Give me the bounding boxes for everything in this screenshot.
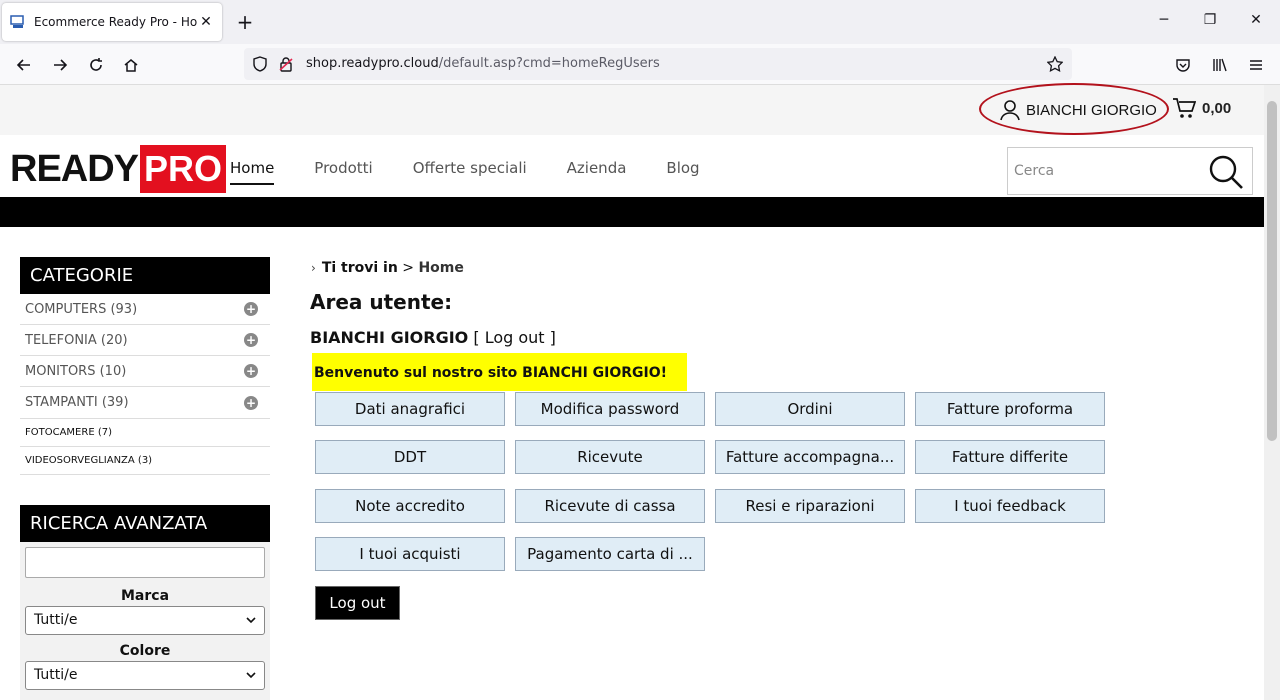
user-icon (1000, 100, 1020, 121)
category-fotocamere[interactable]: FOTOCAMERE (7) (20, 419, 270, 447)
categories-header: CATEGORIE (20, 257, 270, 294)
user-account-link[interactable]: BIANCHI GIORGIO (1000, 99, 1157, 121)
search-icon[interactable] (1208, 154, 1244, 190)
welcome-message: Benvenuto sul nostro sito BIANCHI GIORGI… (312, 353, 687, 391)
search-input[interactable]: Cerca (1014, 163, 1054, 179)
nav-prodotti[interactable]: Prodotti (314, 159, 372, 185)
breadcrumb-prefix: Ti trovi in (321, 260, 398, 276)
menu-icon[interactable] (1243, 52, 1269, 78)
scrollbar-thumb[interactable] (1267, 101, 1277, 441)
logout-link[interactable]: [ Log out ] (473, 328, 556, 347)
ricevute-button[interactable]: Ricevute (515, 440, 705, 474)
bookmark-star-icon[interactable] (1047, 56, 1063, 72)
new-tab-button[interactable]: + (234, 11, 256, 33)
color-label: Colore (119, 643, 171, 659)
minimize-icon[interactable]: ─ (1154, 12, 1174, 28)
category-monitors[interactable]: MONITORS (10) + (20, 356, 270, 387)
note-accredito-button[interactable]: Note accredito (315, 489, 505, 523)
breadcrumb: › Ti trovi in > Home (311, 260, 464, 276)
logo-pro-text: PRO (140, 145, 227, 193)
advanced-search-input[interactable] (25, 547, 265, 578)
category-videosorveglianza[interactable]: VIDEOSORVEGLIANZA (3) (20, 447, 270, 475)
cart-link[interactable]: 0,00 (1172, 97, 1231, 119)
browser-tab[interactable]: Ecommerce Ready Pro - Home ✕ (2, 3, 222, 41)
category-stampanti[interactable]: STAMPANTI (39) + (20, 387, 270, 419)
cart-icon (1173, 98, 1196, 118)
main-navigation: Home Prodotti Offerte speciali Azienda B… (230, 159, 740, 185)
favicon-icon (10, 15, 24, 28)
user-name: BIANCHI GIORGIO (310, 328, 469, 347)
chevron-down-icon (246, 672, 256, 679)
category-computers[interactable]: COMPUTERS (93) + (20, 294, 270, 325)
tab-title: Ecommerce Ready Pro - Home (34, 15, 198, 29)
url-text[interactable]: shop.readypro.cloud/default.asp?cmd=home… (306, 56, 660, 71)
dati-anagrafici-button[interactable]: Dati anagrafici (315, 392, 505, 426)
browser-nav-bar: shop.readypro.cloud/default.asp?cmd=home… (0, 44, 1280, 85)
ddt-button[interactable]: DDT (315, 440, 505, 474)
page-content: BIANCHI GIORGIO 0,00 READY PRO Home Prod… (0, 83, 1264, 700)
nav-home[interactable]: Home (230, 159, 275, 185)
brand-label: Marca (120, 588, 170, 604)
library-icon[interactable] (1207, 52, 1233, 78)
close-tab-icon[interactable]: ✕ (198, 14, 214, 30)
ordini-button[interactable]: Ordini (715, 392, 905, 426)
reload-icon[interactable] (83, 52, 109, 78)
forward-icon[interactable] (47, 52, 73, 78)
user-line: BIANCHI GIORGIO [ Log out ] (310, 328, 556, 347)
category-label: MONITORS (10) (25, 363, 127, 379)
advanced-search-header: RICERCA AVANZATA (20, 505, 270, 542)
user-name-label: BIANCHI GIORGIO (1026, 101, 1157, 119)
expand-plus-icon[interactable]: + (244, 364, 258, 378)
page-scrollbar[interactable] (1264, 85, 1280, 700)
pocket-icon[interactable] (1170, 52, 1196, 78)
close-window-icon[interactable]: ✕ (1246, 12, 1266, 28)
back-icon[interactable] (11, 52, 37, 78)
ricevute-di-cassa-button[interactable]: Ricevute di cassa (515, 489, 705, 523)
color-select-value: Tutti/e (34, 667, 78, 683)
logo-ready-text: READY (10, 147, 139, 190)
modifica-password-button[interactable]: Modifica password (515, 392, 705, 426)
fatture-proforma-button[interactable]: Fatture proforma (915, 392, 1105, 426)
brand-select-value: Tutti/e (34, 612, 78, 628)
brand-select[interactable]: Tutti/e (25, 606, 265, 635)
category-telefonia[interactable]: TELEFONIA (20) + (20, 325, 270, 356)
resi-e-riparazioni-button[interactable]: Resi e riparazioni (715, 489, 905, 523)
expand-plus-icon[interactable]: + (244, 395, 258, 410)
color-select[interactable]: Tutti/e (25, 661, 265, 690)
restore-icon[interactable]: ❐ (1200, 12, 1220, 28)
page-title: Area utente: (310, 290, 453, 314)
category-label: STAMPANTI (39) (25, 395, 129, 410)
chevron-right-icon: › (311, 261, 316, 275)
chevron-down-icon (246, 617, 256, 624)
shield-icon[interactable] (252, 56, 268, 72)
expand-plus-icon[interactable]: + (244, 302, 258, 316)
fatture-accompagnatorie-button[interactable]: Fatture accompagna... (715, 440, 905, 474)
lock-icon[interactable] (278, 56, 294, 72)
black-band (0, 197, 1264, 227)
logout-button[interactable]: Log out (315, 586, 400, 620)
category-label: FOTOCAMERE (7) (25, 427, 112, 438)
nav-azienda[interactable]: Azienda (567, 159, 627, 185)
top-strip: BIANCHI GIORGIO 0,00 (0, 83, 1264, 135)
i-tuoi-acquisti-button[interactable]: I tuoi acquisti (315, 537, 505, 571)
site-logo[interactable]: READY PRO (10, 145, 227, 193)
breadcrumb-current[interactable]: Home (418, 260, 463, 276)
search-box[interactable]: Cerca (1007, 147, 1253, 195)
home-icon[interactable] (118, 52, 144, 78)
breadcrumb-separator: > (402, 260, 415, 276)
site-header: READY PRO Home Prodotti Offerte speciali… (0, 135, 1264, 197)
browser-tab-bar: Ecommerce Ready Pro - Home ✕ + ─ ❐ ✕ (0, 0, 1280, 44)
fatture-differite-button[interactable]: Fatture differite (915, 440, 1105, 474)
i-tuoi-feedback-button[interactable]: I tuoi feedback (915, 489, 1105, 523)
nav-offerte-speciali[interactable]: Offerte speciali (413, 159, 527, 185)
category-label: COMPUTERS (93) (25, 301, 138, 317)
cart-total: 0,00 (1202, 99, 1232, 117)
nav-blog[interactable]: Blog (666, 159, 699, 185)
category-label: TELEFONIA (20) (25, 332, 128, 348)
expand-plus-icon[interactable]: + (244, 333, 258, 347)
address-bar[interactable]: shop.readypro.cloud/default.asp?cmd=home… (244, 48, 1072, 80)
category-label: VIDEOSORVEGLIANZA (3) (25, 455, 153, 466)
pagamento-carta-button[interactable]: Pagamento carta di ... (515, 537, 705, 571)
